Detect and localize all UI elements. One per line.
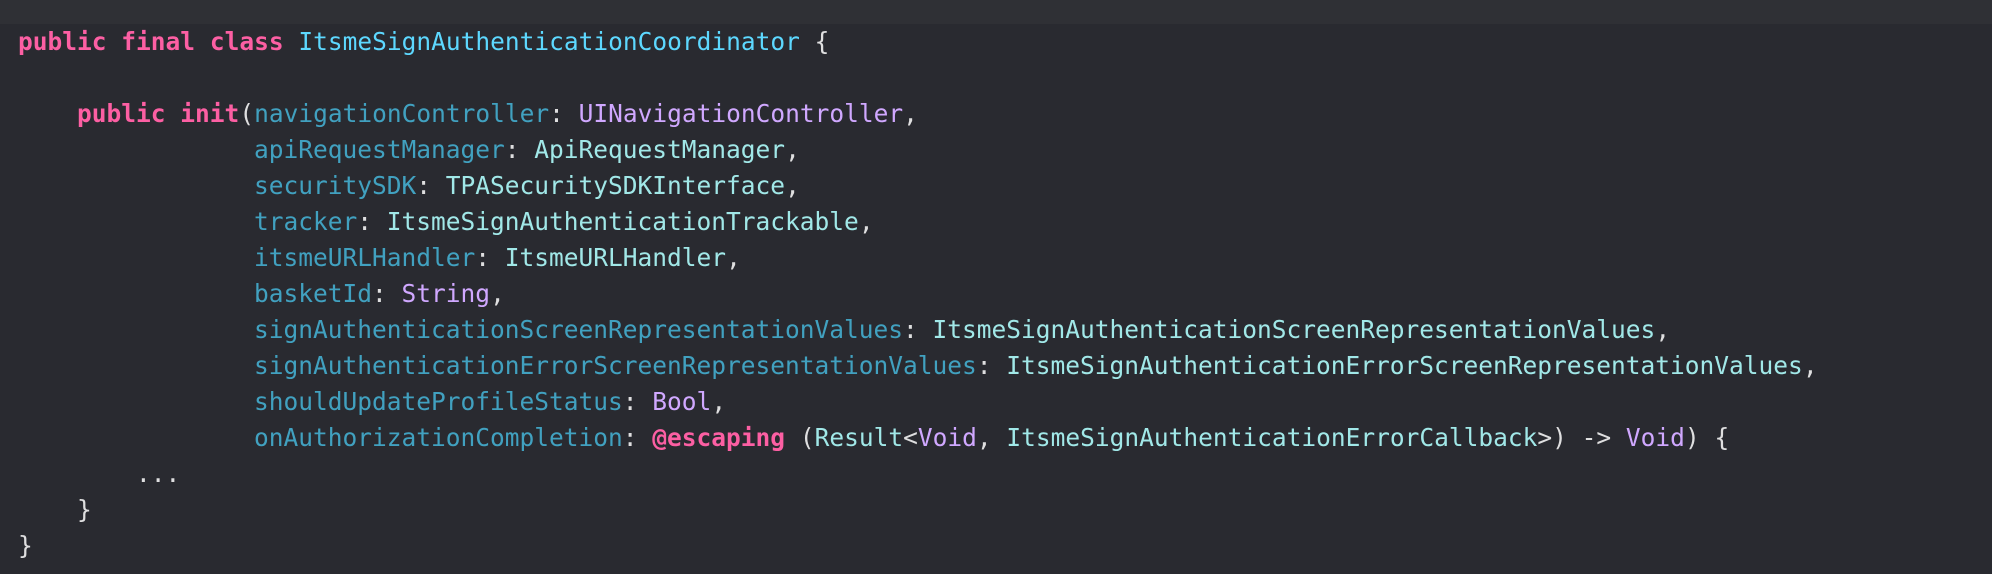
keyword-final: final <box>121 27 196 56</box>
param-navigationController: navigationController <box>254 99 550 128</box>
code-area[interactable]: public final class ItsmeSignAuthenticati… <box>18 24 1818 564</box>
code-line-7: itsmeURLHandler: ItsmeURLHandler, <box>254 243 741 272</box>
param-onAuthorizationCompletion: onAuthorizationCompletion <box>254 423 623 452</box>
open-brace: { <box>799 27 830 56</box>
type-Result: Result <box>814 423 904 452</box>
code-line-6: tracker: ItsmeSignAuthenticationTrackabl… <box>254 207 874 236</box>
code-line-14: } <box>18 492 1818 528</box>
param-signAuthenticationScreenRepresentationValues: signAuthenticationScreenRepresentationVa… <box>254 315 904 344</box>
type-UINavigationController: UINavigationController <box>578 99 904 128</box>
code-line-9: signAuthenticationScreenRepresentationVa… <box>254 315 1671 344</box>
code-line-3: public init(navigationController: UINavi… <box>77 99 918 128</box>
type-Void: Void <box>917 423 977 452</box>
param-tracker: tracker <box>254 207 358 236</box>
param-apiRequestManager: apiRequestManager <box>254 135 505 164</box>
close-brace-class: } <box>18 531 33 560</box>
code-line-10: signAuthenticationErrorScreenRepresentat… <box>254 351 1818 380</box>
code-line-1: public final class ItsmeSignAuthenticati… <box>18 24 1818 60</box>
type-ApiRequestManager: ApiRequestManager <box>534 135 786 164</box>
class-name: ItsmeSignAuthenticationCoordinator <box>298 27 800 56</box>
type-ItsmeSignAuthenticationErrorCallback: ItsmeSignAuthenticationErrorCallback <box>1006 423 1538 452</box>
code-line-12: onAuthorizationCompletion: @escaping (Re… <box>254 423 1730 452</box>
type-String: String <box>401 279 491 308</box>
code-line-8: basketId: String, <box>254 279 505 308</box>
keyword-public: public <box>77 99 166 128</box>
keyword-init: init <box>180 99 240 128</box>
code-line-13: ... <box>18 456 1818 492</box>
type-Bool: Bool <box>652 387 712 416</box>
type-ItsmeURLHandler: ItsmeURLHandler <box>504 243 727 272</box>
close-brace-init: } <box>77 495 92 524</box>
keyword-class: class <box>209 27 284 56</box>
param-securitySDK: securitySDK <box>254 171 417 200</box>
code-line-4: apiRequestManager: ApiRequestManager, <box>254 135 800 164</box>
code-line-11: shouldUpdateProfileStatus: Bool, <box>254 387 727 416</box>
param-basketId: basketId <box>254 279 373 308</box>
type-ItsmeSignAuthenticationTrackable: ItsmeSignAuthenticationTrackable <box>386 207 859 236</box>
type-ItsmeSignAuthenticationScreenRepresentationValues: ItsmeSignAuthenticationScreenRepresentat… <box>932 315 1656 344</box>
keyword-public: public <box>18 27 107 56</box>
ellipsis: ... <box>136 459 181 488</box>
type-Void-return: Void <box>1625 423 1685 452</box>
param-itsmeURLHandler: itsmeURLHandler <box>254 243 476 272</box>
attribute-escaping: @escaping <box>652 423 786 452</box>
type-ItsmeSignAuthenticationErrorScreenRepresentationValues: ItsmeSignAuthenticationErrorScreenRepres… <box>1006 351 1803 380</box>
code-editor[interactable]: public final class ItsmeSignAuthenticati… <box>0 0 1992 574</box>
param-shouldUpdateProfileStatus: shouldUpdateProfileStatus <box>254 387 623 416</box>
code-line-5: securitySDK: TPASecuritySDKInterface, <box>254 171 800 200</box>
type-TPASecuritySDKInterface: TPASecuritySDKInterface <box>445 171 786 200</box>
editor-top-bar <box>0 0 1992 24</box>
code-line-15: } <box>18 528 1818 564</box>
param-signAuthenticationErrorScreenRepresentationValues: signAuthenticationErrorScreenRepresentat… <box>254 351 977 380</box>
